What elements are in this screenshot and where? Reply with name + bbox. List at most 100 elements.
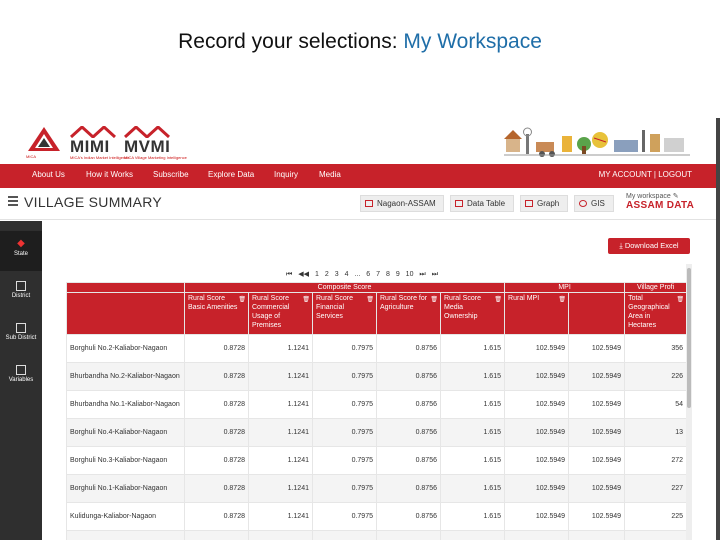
first-page-icon[interactable]: ⏮ <box>286 271 292 278</box>
sidebar-item-label: Variables <box>8 377 34 383</box>
value-cell: 102.5949 <box>504 502 570 531</box>
page-number[interactable]: 2 <box>325 271 329 278</box>
remove-column-icon[interactable]: 🗑 <box>558 296 566 305</box>
edit-pencil-icon[interactable]: ✎ <box>673 193 679 200</box>
sidebar-item-district[interactable]: District <box>0 273 42 313</box>
column-header[interactable]: Rural MPI 🗑 <box>504 292 570 335</box>
value-cell: 54 <box>624 390 686 419</box>
page-title: VILLAGE SUMMARY <box>24 194 163 210</box>
page-number[interactable]: 9 <box>396 271 400 278</box>
value-cell: 102.5949 <box>568 530 626 540</box>
page-number[interactable]: 1 <box>315 271 319 278</box>
nav-about-us[interactable]: About Us <box>32 170 65 179</box>
value-cell: 1.1241 <box>248 390 313 419</box>
value-cell: 102.5949 <box>568 362 626 391</box>
column-header[interactable]: Total Geographical Area in Hectares 🗑 <box>624 292 686 335</box>
remove-column-icon[interactable]: 🗑 <box>238 296 246 305</box>
value-cell: 1.615 <box>440 474 505 503</box>
location-button[interactable]: Nagaon-ASSAM <box>360 195 444 212</box>
workspace-data-name: ASSAM DATA <box>626 200 695 211</box>
page-number[interactable]: 8 <box>386 271 390 278</box>
value-cell: 0.7975 <box>312 362 377 391</box>
nav-explore-data[interactable]: Explore Data <box>208 170 254 179</box>
value-cell: 102.5949 <box>504 474 570 503</box>
hamburger-menu-icon[interactable] <box>8 196 18 206</box>
village-summary-table: Composite Score MPI Village Profi Rural Sc… <box>66 282 686 540</box>
app-screenshot: MICA MIMI MICA's Indian Market Intellige… <box>0 118 720 540</box>
next-page-icon[interactable]: ⏭ <box>419 271 425 278</box>
value-cell: 1.1241 <box>248 418 313 447</box>
grid-icon <box>455 200 463 207</box>
table-icon <box>365 200 373 207</box>
value-cell: 0.7975 <box>312 390 377 419</box>
mvmi-logo-subtitle: MICA Village Marketing Intelligence <box>124 155 187 160</box>
workspace-panel[interactable]: My workspace ✎ ASSAM DATA <box>626 192 716 211</box>
account-logout-link[interactable]: MY ACCOUNT | LOGOUT <box>599 170 692 179</box>
remove-column-icon[interactable]: 🗑 <box>430 296 438 305</box>
column-header[interactable] <box>568 292 626 335</box>
page-number[interactable]: 6 <box>366 271 370 278</box>
value-cell: 1.615 <box>440 446 505 475</box>
remove-column-icon[interactable]: 🗑 <box>302 296 310 305</box>
page-number[interactable]: 3 <box>335 271 339 278</box>
gis-button[interactable]: GIS <box>574 195 614 212</box>
page-number[interactable]: 7 <box>376 271 380 278</box>
mvmi-logo[interactable]: MVMI MICA Village Marketing Intelligence <box>124 124 204 160</box>
mica-logo[interactable]: MICA <box>26 124 66 160</box>
mimi-logo-text: MIMI <box>70 137 110 156</box>
column-header[interactable]: Rural Score Media Ownership 🗑 <box>440 292 505 335</box>
my-workspace-link[interactable]: My Workspace <box>403 30 541 53</box>
table-row[interactable]: Borghuli No.1-Kaliabor-Nagaon 0.8728 1.124… <box>66 474 686 503</box>
column-header-label: Rural MPI <box>508 295 540 302</box>
remove-column-icon[interactable]: 🗑 <box>676 296 684 305</box>
value-cell: 102.5949 <box>568 474 626 503</box>
value-cell: 102.5949 <box>568 334 626 363</box>
sidebar-item-variables[interactable]: Variables <box>0 357 42 397</box>
remove-column-icon[interactable]: 🗑 <box>494 296 502 305</box>
sidebar-item-state[interactable]: ◆ State <box>0 231 42 271</box>
column-header[interactable]: Rural Score Financial Services 🗑 <box>312 292 377 335</box>
sidebar-item-sub-district[interactable]: Sub District <box>0 315 42 355</box>
nav-how-it-works[interactable]: How it Works <box>86 170 133 179</box>
page-number[interactable]: 10 <box>406 271 414 278</box>
page-header: VILLAGE SUMMARY Nagaon-ASSAM Data Table … <box>0 188 720 220</box>
page-number[interactable]: 4 <box>345 271 349 278</box>
village-name-cell: Bhurbandha No.2-Kaliabor-Nagaon <box>66 362 185 391</box>
table-row[interactable]: Borghuli No.4-Kaliabor-Nagaon 0.8728 1.124… <box>66 418 686 447</box>
table-row[interactable]: Kulidunga-Kaliabor-Nagaon 0.8728 1.1241 0.7… <box>66 502 686 531</box>
table-row[interactable]: Bhurbandha No.2-Kaliabor-Nagaon 0.8728 1.1… <box>66 362 686 391</box>
table-row[interactable]: Borghuli No.3-Kaliabor-Nagaon 0.8728 1.124… <box>66 446 686 475</box>
column-header[interactable]: Rural Score for Agriculture 🗑 <box>376 292 441 335</box>
value-cell: 226 <box>624 362 686 391</box>
table-row[interactable]: Borghuli No.2-Kaliabor-Nagaon 0.8728 1.124… <box>66 334 686 363</box>
column-header-label: Rural Score for Agriculture <box>380 295 428 311</box>
value-cell: 1.615 <box>440 362 505 391</box>
download-excel-button[interactable]: ⤓ Download Excel <box>608 238 690 254</box>
value-cell: 102.5949 <box>504 362 570 391</box>
column-header[interactable] <box>66 292 185 335</box>
nav-inquiry[interactable]: Inquiry <box>274 170 298 179</box>
table-row[interactable]: Bhurbandha No.1-Kaliabor-Nagaon 0.8728 1.1… <box>66 390 686 419</box>
value-cell: 0.8756 <box>376 446 441 475</box>
table-row[interactable]: Kuhimari Kaliabor Nagaon0.87281.12410.79… <box>66 530 686 540</box>
mimi-logo[interactable]: MIMI MICA's Indian Market Intelligence <box>70 124 129 160</box>
value-cell: 1.1241 <box>248 446 313 475</box>
value-cell: 0.8756 <box>376 418 441 447</box>
remove-column-icon[interactable]: 🗑 <box>366 296 374 305</box>
value-cell: 0.8728 <box>184 446 249 475</box>
value-cell: 1.1241 <box>248 362 313 391</box>
nav-media[interactable]: Media <box>319 170 341 179</box>
graph-button[interactable]: Graph <box>520 195 568 212</box>
prev-page-icon[interactable]: ◀◀ <box>298 271 309 278</box>
column-header[interactable]: Rural Score Basic Amenities 🗑 <box>184 292 249 335</box>
column-header-label: Rural Score Basic Amenities <box>188 295 238 311</box>
table-scrollbar[interactable] <box>686 264 692 540</box>
column-header[interactable]: Rural Score Commercial Usage of Premises… <box>248 292 313 335</box>
value-cell: 225 <box>624 502 686 531</box>
village-name-cell: Kuhimari Kaliabor Nagaon <box>66 530 185 540</box>
data-table-button[interactable]: Data Table <box>450 195 514 212</box>
scrollbar-thumb[interactable] <box>687 268 691 408</box>
value-cell: 1.615 <box>440 530 505 540</box>
last-page-icon[interactable]: ⏭ <box>432 271 438 278</box>
nav-subscribe[interactable]: Subscribe <box>153 170 189 179</box>
